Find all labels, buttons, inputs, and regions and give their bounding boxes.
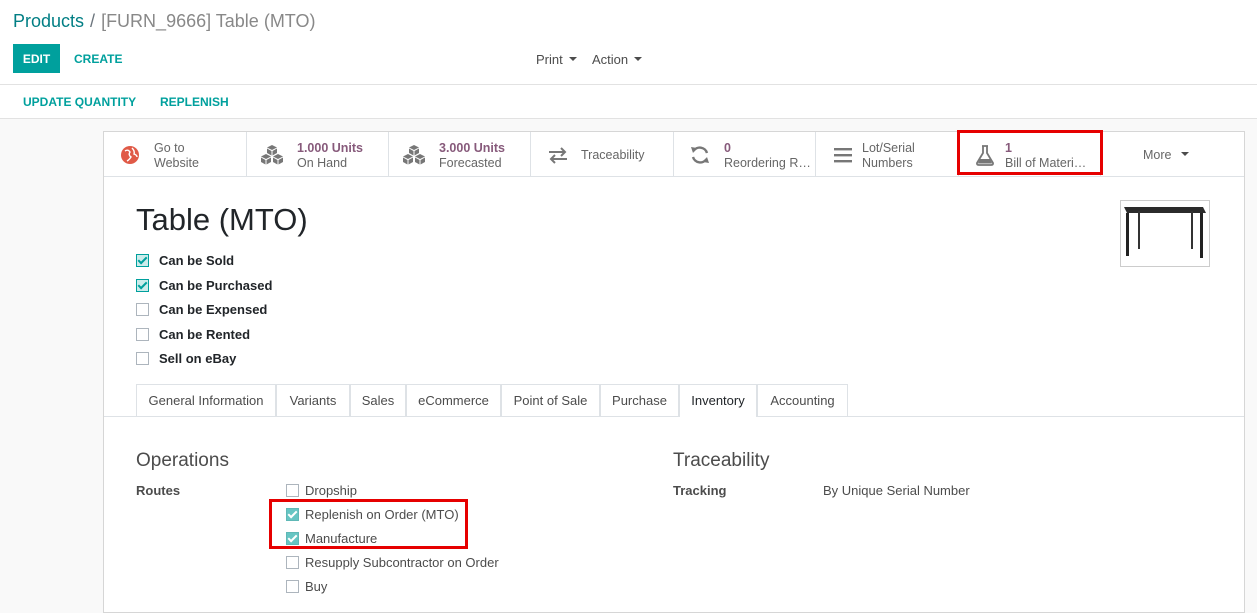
action-label: Action [592, 52, 629, 67]
chevron-down-icon [568, 56, 577, 61]
tab-sales[interactable]: Sales [350, 384, 406, 416]
flask-icon [976, 145, 994, 166]
smart-button-box: Go to Website 1.000 Units On Hand 3.000 Un… [104, 132, 1244, 177]
forecasted-quantity: 3.000 Units [439, 141, 506, 155]
lots-line1: Lot/Serial [862, 141, 915, 155]
tab-accounting[interactable]: Accounting [757, 384, 848, 416]
lot-serial-numbers-button[interactable]: Lot/Serial Numbers [816, 132, 959, 176]
route-dropship-checkbox[interactable]: Dropship [286, 483, 357, 498]
traceability-label: Traceability [581, 148, 645, 162]
forecasted-button[interactable]: 3.000 Units Forecasted [389, 132, 531, 176]
product-name[interactable]: Table (MTO) [136, 202, 308, 238]
tab-general-information[interactable]: General Information [136, 384, 276, 416]
route-resupply-checkbox[interactable]: Resupply Subcontractor on Order [286, 555, 499, 570]
operations-title: Operations [136, 450, 229, 471]
tab-inventory[interactable]: Inventory [679, 384, 757, 417]
can-be-purchased-label: Can be Purchased [159, 278, 273, 293]
can-be-rented-checkbox[interactable]: Can be Rented [136, 327, 250, 345]
create-button[interactable]: CREATE [66, 44, 130, 73]
route-dropship-label: Dropship [305, 483, 358, 498]
chevron-down-icon [634, 56, 643, 61]
on-hand-label: On Hand [297, 156, 348, 170]
more-text: More [1143, 148, 1172, 162]
more-label: More [1143, 148, 1190, 162]
can-be-rented-label: Can be Rented [159, 327, 251, 342]
form-sheet: Go to Website 1.000 Units On Hand 3.000 Un… [103, 131, 1245, 613]
traceability-section-title: Traceability [673, 450, 770, 471]
on-hand-quantity: 1.000 Units [297, 141, 364, 155]
control-panel: Products / [FURN_9666] Table (MTO) EDIT CR… [0, 0, 1257, 119]
tracking-value[interactable]: By Unique Serial Number [823, 483, 970, 498]
checkbox-checked [286, 532, 299, 546]
checkbox-checked [136, 279, 149, 293]
reordering-label: Reordering R… [724, 156, 811, 170]
print-label: Print [536, 52, 563, 67]
tabs-divider [104, 416, 1244, 417]
checkbox-checked [286, 508, 299, 522]
bom-count: 1 [1005, 141, 1012, 155]
route-mto-label: Replenish on Order (MTO) [305, 507, 459, 522]
forecasted-label: Forecasted [439, 156, 502, 170]
can-be-sold-checkbox[interactable]: Can be Sold [136, 253, 234, 271]
breadcrumb-separator: / [90, 11, 96, 31]
sell-on-ebay-label: Sell on eBay [159, 351, 237, 366]
traceability-button[interactable]: Traceability [531, 132, 674, 176]
tracking-label: Tracking [673, 483, 727, 498]
routes-label: Routes [136, 483, 181, 498]
exchange-arrows-icon [549, 147, 567, 164]
bill-of-materials-button[interactable]: 1 Bill of Materi… [959, 132, 1101, 176]
breadcrumb-current: [FURN_9666] Table (MTO) [101, 11, 316, 31]
globe-icon [121, 146, 139, 164]
tab-point-of-sale[interactable]: Point of Sale [501, 384, 600, 416]
print-dropdown[interactable]: Print [536, 52, 577, 67]
reordering-count: 0 [724, 141, 731, 155]
bars-icon [834, 148, 852, 163]
can-be-purchased-checkbox[interactable]: Can be Purchased [136, 278, 272, 296]
action-dropdown[interactable]: Action [592, 52, 643, 67]
website-line2: Website [154, 156, 199, 170]
replenish-button[interactable]: REPLENISH [160, 95, 229, 109]
on-hand-button[interactable]: 1.000 Units On Hand [247, 132, 389, 176]
product-image[interactable] [1120, 200, 1210, 267]
chevron-down-icon [1181, 151, 1190, 156]
breadcrumb-products-link[interactable]: Products [13, 11, 84, 31]
checkbox-checked [136, 254, 149, 268]
update-quantity-button[interactable]: UPDATE QUANTITY [23, 95, 136, 109]
breadcrumb: Products / [FURN_9666] Table (MTO) [13, 11, 315, 32]
website-line1: Go to [154, 141, 185, 155]
tab-ecommerce[interactable]: eCommerce [406, 384, 501, 416]
checkbox-unchecked [286, 556, 299, 570]
go-to-website-button[interactable]: Go to Website [104, 132, 247, 176]
route-manufacture-checkbox[interactable]: Manufacture [286, 531, 377, 546]
route-buy-checkbox[interactable]: Buy [286, 579, 327, 594]
route-resupply-label: Resupply Subcontractor on Order [305, 555, 499, 570]
route-manufacture-label: Manufacture [305, 531, 378, 546]
sell-on-ebay-checkbox[interactable]: Sell on eBay [136, 351, 236, 369]
bom-label: Bill of Materi… [1005, 156, 1087, 170]
table-image-icon [1124, 207, 1206, 258]
header-divider [0, 84, 1257, 85]
route-buy-label: Buy [305, 579, 328, 594]
cubes-icon [261, 145, 283, 165]
lots-line2: Numbers [862, 156, 913, 170]
checkbox-unchecked [286, 484, 299, 498]
cubes-icon [403, 145, 425, 165]
reordering-rules-button[interactable]: 0 Reordering R… [674, 132, 816, 176]
more-dropdown[interactable]: More [1101, 132, 1244, 176]
checkbox-unchecked [136, 303, 149, 317]
can-be-expensed-label: Can be Expensed [159, 302, 268, 317]
can-be-sold-label: Can be Sold [159, 253, 235, 268]
edit-button[interactable]: EDIT [13, 44, 60, 73]
checkbox-unchecked [136, 352, 149, 366]
checkbox-unchecked [286, 580, 299, 594]
can-be-expensed-checkbox[interactable]: Can be Expensed [136, 302, 267, 320]
tab-variants[interactable]: Variants [276, 384, 350, 416]
refresh-icon [691, 146, 709, 164]
route-mto-checkbox[interactable]: Replenish on Order (MTO) [286, 507, 459, 522]
tab-purchase[interactable]: Purchase [600, 384, 679, 416]
checkbox-unchecked [136, 328, 149, 342]
